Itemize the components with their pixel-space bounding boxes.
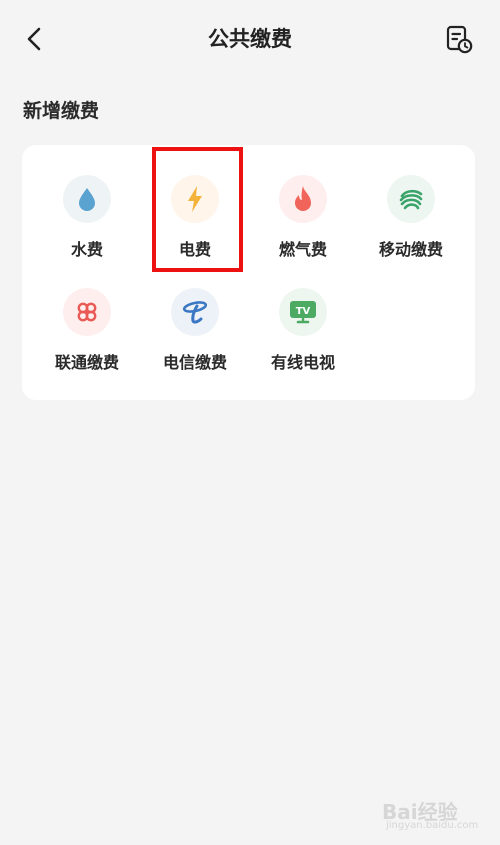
flame-icon [295, 186, 311, 211]
china-mobile-icon [399, 189, 423, 210]
china-unicom-icon [77, 302, 97, 322]
telecom-payment-item[interactable]: 电信缴费 [141, 258, 249, 372]
unicom-payment-item[interactable]: 联通缴费 [33, 258, 141, 372]
page-title: 公共缴费 [208, 27, 292, 51]
tv-icon: TV [290, 301, 316, 324]
mobile-payment-label: 移动缴费 [378, 240, 443, 259]
cable-tv-label: 有线电视 [270, 353, 335, 372]
unicom-payment-label: 联通缴费 [54, 353, 119, 372]
svg-text:TV: TV [296, 306, 311, 317]
watermark: Bai经验 [382, 800, 458, 824]
electricity-fee-icon-bg [171, 175, 219, 223]
china-telecom-icon [182, 301, 208, 324]
section-title: 新增缴费 [23, 100, 100, 122]
unicom-payment-icon-bg [63, 288, 111, 336]
water-fee-icon-bg [63, 175, 111, 223]
gas-fee-icon-bg [279, 175, 327, 223]
mobile-payment-item[interactable]: 移动缴费 [357, 145, 465, 259]
telecom-payment-label: 电信缴费 [162, 353, 227, 372]
payment-options-card: 水费 电费 燃气费 移动缴费 联通缴费 电信缴费 TV 有线电视 [22, 145, 475, 400]
water-fee-item[interactable]: 水费 [33, 145, 141, 259]
water-drop-icon [79, 188, 95, 211]
cable-tv-icon-bg: TV [279, 288, 327, 336]
app-header: 公共缴费 [0, 0, 500, 78]
cable-tv-item[interactable]: TV 有线电视 [249, 258, 357, 372]
telecom-payment-icon-bg [171, 288, 219, 336]
watermark-url: jingyan.baidu.com [386, 820, 479, 831]
electricity-fee-item[interactable]: 电费 [141, 145, 249, 259]
lightning-icon [188, 186, 202, 212]
gas-fee-item[interactable]: 燃气费 [249, 145, 357, 259]
bill-history-icon [446, 25, 473, 54]
payment-records-button[interactable] [442, 22, 476, 56]
mobile-payment-icon-bg [387, 175, 435, 223]
